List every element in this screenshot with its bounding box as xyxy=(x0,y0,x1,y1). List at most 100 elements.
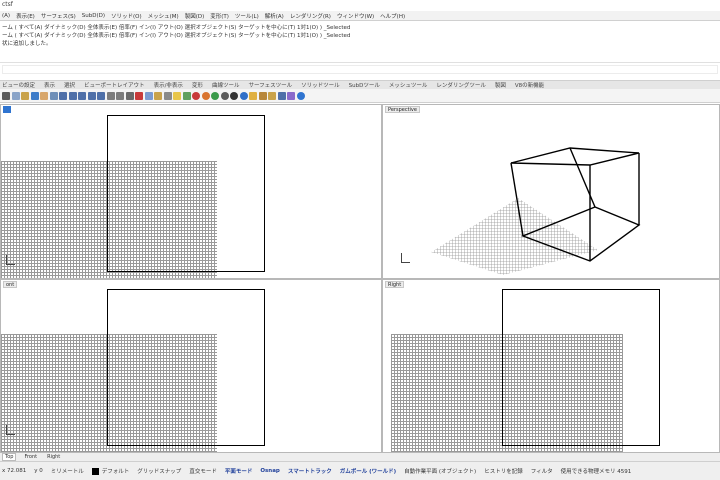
viewport-layout-icon[interactable] xyxy=(116,91,124,100)
menu-item[interactable]: SubD(D) xyxy=(82,13,105,19)
viewport-label[interactable]: Right xyxy=(385,281,405,288)
toolbar-tab[interactable]: SubDツール xyxy=(349,81,380,89)
zoom-selected-icon[interactable] xyxy=(87,91,96,100)
pan-hand-icon[interactable] xyxy=(40,91,48,100)
filter-toggle[interactable]: フィルタ xyxy=(531,467,553,475)
gumball-toggle[interactable]: ガムボール (ワールド) xyxy=(340,467,396,475)
menu-item[interactable]: サーフェス(S) xyxy=(41,12,76,20)
magnify-icon[interactable] xyxy=(97,91,105,100)
menu-item[interactable]: メッシュ(M) xyxy=(148,12,179,20)
units-label: ミリメートル xyxy=(50,469,84,475)
rotate-icon[interactable] xyxy=(49,91,58,100)
coord-x: x 72.081 xyxy=(2,468,27,474)
viewport-perspective[interactable]: Perspective xyxy=(382,104,720,279)
toolbar-tab[interactable]: ビューの設定 xyxy=(2,81,35,89)
toolbar-tab[interactable]: V8の新機能 xyxy=(515,81,544,89)
auto-cplane-toggle[interactable]: 自動作業平面 (オブジェクト) xyxy=(404,467,476,475)
axis-icon xyxy=(4,425,20,439)
zoom-dynamic-icon[interactable] xyxy=(59,91,67,100)
toolbar-tabs: ビューの設定 表示 選択 ビューポートレイアウト 表示/非表示 変形 曲線ツール… xyxy=(0,80,720,89)
perspective-scene xyxy=(431,147,641,275)
toolbar-tab[interactable]: 曲線ツール xyxy=(212,81,240,89)
toolbar-tab[interactable]: 変形 xyxy=(192,81,203,89)
show-icon[interactable] xyxy=(144,91,153,100)
menu-item[interactable]: ヘルプ(H) xyxy=(380,12,405,20)
toolbar-tab[interactable]: レンダリングツール xyxy=(436,81,486,89)
menu-item[interactable]: ツール(L) xyxy=(235,12,259,20)
history-line: ーム ( すべて(A) ダイナミック(D) 全体表示(E) 倍率(F) イン(I… xyxy=(2,33,351,39)
record-history-toggle[interactable]: ヒストリを記録 xyxy=(484,467,523,475)
zoom-extents-icon[interactable] xyxy=(78,91,86,100)
command-prompt xyxy=(0,62,720,76)
menu-item[interactable]: 表示(E) xyxy=(16,12,35,20)
viewport-tabs: Top Front Right xyxy=(0,453,720,461)
menu-item[interactable]: (A) xyxy=(2,13,10,19)
toolbar-tab[interactable]: ビューポートレイアウト xyxy=(84,81,145,89)
toolbar-tab[interactable]: 表示/非表示 xyxy=(154,81,183,89)
command-input[interactable] xyxy=(2,65,718,74)
history-line: 状に追加しました。 xyxy=(2,41,52,47)
material-sphere-icon[interactable] xyxy=(201,91,210,100)
toolbar-tab[interactable]: メッシュツール xyxy=(389,81,428,89)
menu-item[interactable]: ウィンドウ(W) xyxy=(337,12,374,20)
viewport-right[interactable]: Right xyxy=(382,279,720,453)
viewport-top[interactable] xyxy=(0,104,382,279)
clipboard-icon[interactable] xyxy=(21,91,29,100)
coord-y: y 0 xyxy=(34,468,43,474)
toolbar-tab[interactable]: ソリッドツール xyxy=(301,81,340,89)
viewport-tab-right[interactable]: Right xyxy=(45,454,62,460)
layer-name[interactable]: デフォルト xyxy=(102,467,130,475)
help-icon[interactable] xyxy=(296,91,305,100)
ortho-toggle[interactable]: 直交モード xyxy=(189,467,217,475)
viewport-label[interactable] xyxy=(3,106,11,113)
block-icon[interactable] xyxy=(287,91,295,100)
menu-bar: (A) 表示(E) サーフェス(S) SubD(D) ソリッド(O) メッシュ(… xyxy=(0,11,720,21)
viewport-front[interactable]: ont xyxy=(0,279,382,453)
copy-icon[interactable] xyxy=(11,91,20,100)
toolbar-tab[interactable]: サーフェスツール xyxy=(248,81,292,89)
camera-icon[interactable] xyxy=(258,91,267,100)
target-icon[interactable] xyxy=(268,91,276,100)
x-icon[interactable] xyxy=(2,91,10,100)
named-view-icon[interactable] xyxy=(106,91,115,100)
osnap-toggle[interactable]: Osnap xyxy=(260,468,280,474)
layer-icon[interactable] xyxy=(182,91,191,100)
axis-icon xyxy=(4,255,20,269)
pen-icon[interactable] xyxy=(249,91,257,100)
box-outline xyxy=(107,289,265,446)
toolbar-tab[interactable]: 選択 xyxy=(64,81,75,89)
light-bulb-icon[interactable] xyxy=(173,91,181,100)
layer-color-swatch[interactable] xyxy=(91,467,99,475)
properties-icon[interactable] xyxy=(277,91,286,100)
viewport-tab-top[interactable]: Top xyxy=(2,453,17,461)
color-sphere-icon[interactable] xyxy=(192,91,200,100)
menu-item[interactable]: 製図(D) xyxy=(185,12,205,20)
gray-sphere-icon[interactable] xyxy=(220,91,229,100)
toolbar-tab[interactable]: 表示 xyxy=(44,81,55,89)
hide-icon[interactable] xyxy=(135,91,143,100)
toolbar-tab[interactable]: 製図 xyxy=(495,81,506,89)
render-sphere-icon[interactable] xyxy=(211,91,219,100)
menu-item[interactable]: ソリッド(O) xyxy=(111,12,142,20)
menu-item[interactable]: レンダリング(R) xyxy=(290,12,331,20)
globe-icon[interactable] xyxy=(239,91,248,100)
history-line: ーム ( すべて(A) ダイナミック(D) 全体表示(E) 倍率(F) イン(I… xyxy=(2,25,351,31)
shaded-sphere-icon[interactable] xyxy=(230,91,238,100)
memory-status: 使用できる物理メモリ 4591 xyxy=(560,469,632,475)
lock-icon[interactable] xyxy=(154,91,162,100)
axis-icon xyxy=(399,253,415,267)
viewport-tab-front[interactable]: Front xyxy=(22,454,39,460)
zoom-window-icon[interactable] xyxy=(68,91,77,100)
grid-plane xyxy=(431,198,598,275)
viewport-label[interactable]: Perspective xyxy=(385,106,420,113)
viewport-label[interactable]: ont xyxy=(3,281,18,288)
menu-item[interactable]: 解析(A) xyxy=(265,12,284,20)
planar-toggle[interactable]: 平面モード xyxy=(225,467,253,475)
smarttrack-toggle[interactable]: スマートトラック xyxy=(288,467,332,475)
grid-snap-toggle[interactable]: グリッドスナップ xyxy=(137,467,181,475)
grid-snap-icon[interactable] xyxy=(163,91,172,100)
menu-item[interactable]: 変形(T) xyxy=(210,12,229,20)
standard-toolbar xyxy=(0,89,720,103)
undo-icon[interactable] xyxy=(30,91,39,100)
4-view-icon[interactable] xyxy=(125,91,134,100)
